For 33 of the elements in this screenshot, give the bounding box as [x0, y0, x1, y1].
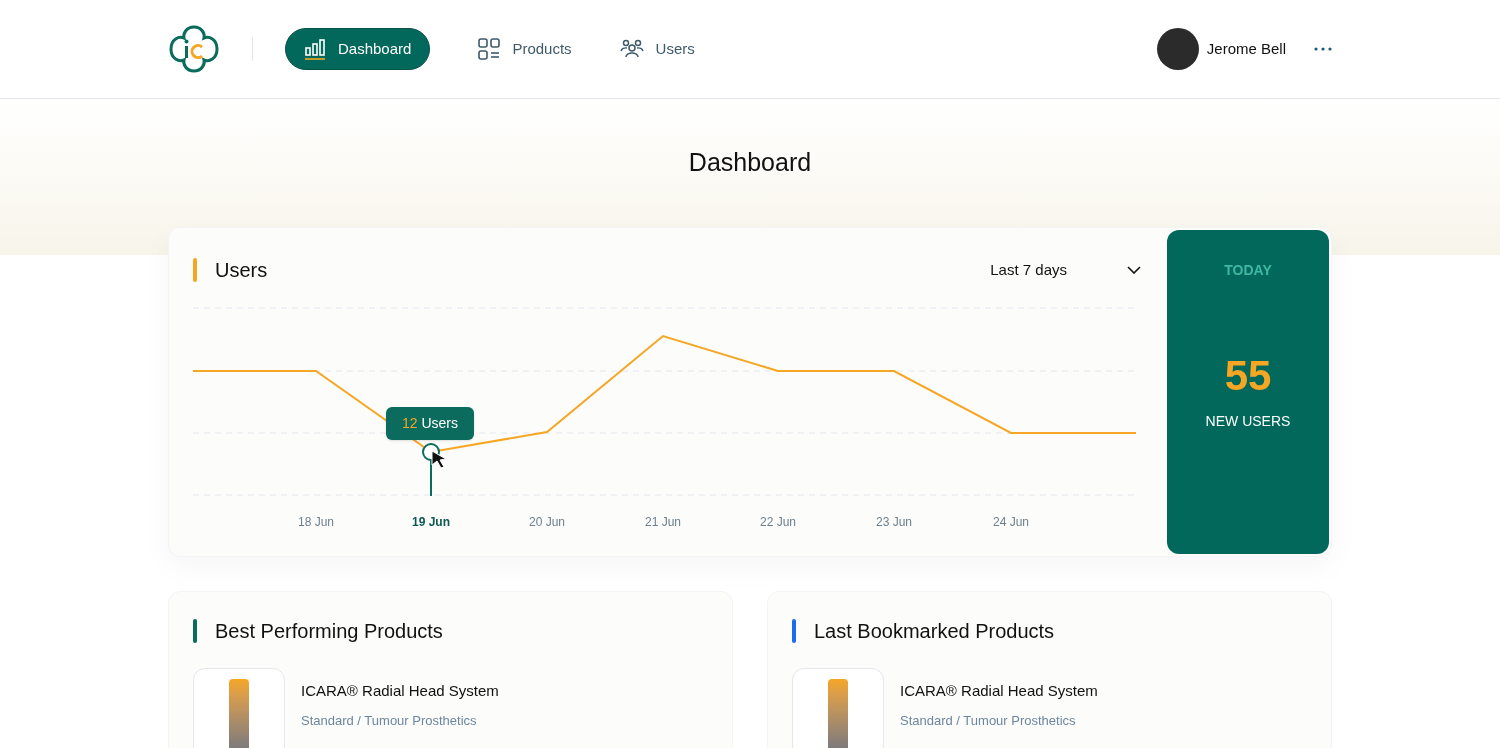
product-category: Standard / Tumour Prosthetics — [900, 711, 1077, 730]
nav-tab[interactable]: Products — [478, 28, 572, 70]
product-name[interactable]: ICARA® Radial Head System — [900, 680, 1098, 703]
new-users-label: NEW USERS — [1205, 412, 1291, 431]
accent-bar — [193, 258, 197, 282]
x-axis-label: 20 Jun — [529, 514, 565, 531]
x-axis-label: 18 Jun — [298, 514, 334, 531]
user-name: Jerome Bell — [1206, 38, 1286, 59]
page-title: Dashboard — [688, 147, 812, 179]
today-label: TODAY — [1224, 261, 1272, 280]
x-axis-label: 21 Jun — [645, 514, 681, 531]
product-category: Standard / Tumour Prosthetics — [301, 711, 478, 730]
card-title: Best Performing Products — [215, 619, 443, 644]
grid-icon — [478, 38, 501, 60]
avatar-photo-placeholder[interactable] — [1156, 28, 1199, 70]
range-dropdown[interactable]: Last 7 days — [990, 258, 1141, 282]
nav-tab[interactable]: Dashboard — [285, 28, 431, 70]
logo-icon[interactable] — [168, 23, 220, 75]
users-icon — [619, 39, 644, 59]
product-name[interactable]: ICARA® Radial Head System — [301, 680, 499, 703]
new-users-count: 55 — [1224, 355, 1272, 397]
nav-tab[interactable]: Users — [619, 28, 695, 70]
tooltip: 12 Users — [386, 407, 475, 440]
bar-chart-icon — [304, 38, 326, 60]
card-title: Last Bookmarked Products — [814, 619, 1055, 644]
chevron-down-icon — [1127, 266, 1141, 274]
x-axis-label: 24 Jun — [993, 514, 1029, 531]
cursor-icon — [431, 450, 449, 470]
x-axis-label: 23 Jun — [876, 514, 912, 531]
x-axis-label: 22 Jun — [760, 514, 796, 531]
card-title: Users — [215, 258, 268, 283]
more-icon[interactable] — [1314, 47, 1332, 51]
x-axis-label: 19 Jun — [412, 514, 450, 531]
